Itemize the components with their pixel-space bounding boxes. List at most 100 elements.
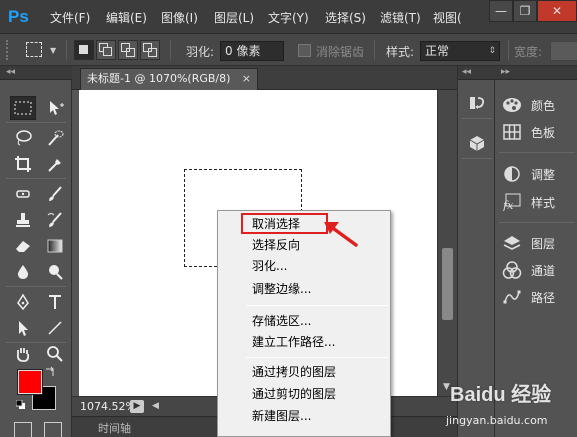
line-tool[interactable] <box>42 316 68 340</box>
vertical-scrollbar[interactable]: ▼ <box>437 90 457 396</box>
menu-item-new-layer[interactable]: 新建图层... <box>218 406 390 426</box>
collapse-arrows-icon[interactable]: ▸▸ <box>495 66 577 80</box>
move-tool[interactable] <box>42 96 68 120</box>
feather-label: 羽化: <box>186 45 215 59</box>
photoshop-logo: Ps <box>8 7 29 26</box>
divider <box>6 286 66 287</box>
menu-select[interactable]: 选择(S) <box>325 9 366 27</box>
hand-tool[interactable] <box>10 342 36 366</box>
zoom-readout[interactable]: 1074.52% <box>80 400 136 413</box>
menu-type[interactable]: 文字(Y) <box>268 9 309 27</box>
collapse-arrows-icon[interactable]: ◂◂ <box>458 66 496 80</box>
style-select[interactable]: 正常 ⇕ <box>420 41 500 61</box>
menu-item-refine-edge[interactable]: 调整边缘... <box>218 279 390 299</box>
menu-file[interactable]: 文件(F) <box>50 9 90 27</box>
menu-filter[interactable]: 滤镜(T) <box>380 9 421 27</box>
quick-selection-tool[interactable] <box>42 126 68 150</box>
antialias-label: 消除锯齿 <box>316 45 365 59</box>
options-bar: ▼ 羽化: 0 像素 消除锯齿 样式: 正常 ⇕ 宽度: <box>0 34 577 66</box>
updown-arrows-icon: ⇕ <box>488 46 496 56</box>
divider <box>508 40 509 60</box>
channels-icon <box>501 260 523 280</box>
menu-image[interactable]: 图像(I) <box>161 9 198 27</box>
status-info-icon[interactable]: ▶ <box>130 400 144 413</box>
scrollbar-thumb[interactable] <box>442 248 453 320</box>
menu-item-save-selection[interactable]: 存储选区... <box>218 311 390 331</box>
panel-paths[interactable]: 路径 <box>501 285 575 309</box>
antialias-checkbox[interactable] <box>298 44 311 57</box>
panel-color[interactable]: 颜色 <box>501 93 575 117</box>
options-grip[interactable] <box>6 40 12 60</box>
zoom-tool[interactable] <box>42 342 68 366</box>
panel-swatches-label: 色板 <box>531 125 556 140</box>
stamp-icon <box>16 213 30 227</box>
3d-panel-button[interactable] <box>466 132 488 154</box>
path-selection-tool[interactable] <box>10 316 36 340</box>
close-button[interactable]: ✕ <box>537 0 577 22</box>
width-input[interactable] <box>550 41 577 61</box>
status-arrow-icon[interactable]: ◀ <box>152 401 159 411</box>
quick-mask-icon[interactable] <box>14 422 32 437</box>
rect-marquee-preset-icon[interactable] <box>26 42 42 57</box>
swap-colors-icon[interactable] <box>44 366 56 378</box>
menu-item-feather[interactable]: 羽化... <box>218 256 390 276</box>
panel-styles[interactable]: fx 样式 <box>501 190 575 214</box>
menu-item-make-work-path[interactable]: 建立工作路径... <box>218 332 390 352</box>
default-colors-icon[interactable] <box>16 400 26 410</box>
panel-layers[interactable]: 图层 <box>501 231 575 255</box>
spot-healing-tool[interactable] <box>10 182 36 206</box>
highlight-box <box>241 213 328 234</box>
gradient-tool[interactable] <box>42 234 68 258</box>
panel-color-label: 颜色 <box>531 98 556 113</box>
clone-stamp-tool[interactable] <box>10 208 36 232</box>
document-tab-bar: 未标题-1 @ 1070%(RGB/8) × <box>72 66 457 90</box>
3d-cube-icon <box>469 136 485 151</box>
panel-layers-label: 图层 <box>531 236 556 251</box>
menu-item-layer-via-copy[interactable]: 通过拷贝的图层 <box>218 362 390 382</box>
paths-icon <box>501 287 523 307</box>
eyedropper-icon <box>48 159 61 172</box>
close-tab-icon[interactable]: × <box>242 69 251 89</box>
pen-tool[interactable] <box>10 290 36 314</box>
minimize-button[interactable]: — <box>489 0 513 22</box>
menu-item-layer-via-cut[interactable]: 通过剪切的图层 <box>218 384 390 404</box>
brush-icon <box>49 186 62 201</box>
history-brush-tool[interactable] <box>42 208 68 232</box>
panel-channels[interactable]: 通道 <box>501 258 575 282</box>
eraser-tool[interactable] <box>10 234 36 258</box>
dodge-tool[interactable] <box>42 260 68 284</box>
type-tool[interactable] <box>42 290 68 314</box>
rect-marquee-tool[interactable] <box>10 96 36 120</box>
panel-channels-label: 通道 <box>531 263 556 278</box>
panel-swatches[interactable]: 色板 <box>501 120 575 144</box>
crop-tool[interactable] <box>10 152 36 176</box>
document-tab[interactable]: 未标题-1 @ 1070%(RGB/8) × <box>80 68 258 90</box>
lasso-tool[interactable] <box>10 126 36 150</box>
brush-tool[interactable] <box>42 182 68 206</box>
intersect-selection-button[interactable] <box>140 40 160 60</box>
menu-edit[interactable]: 编辑(E) <box>106 9 147 27</box>
panel-adjustments[interactable]: 调整 <box>501 162 575 186</box>
rect-marquee-icon <box>14 101 32 115</box>
foreground-color-swatch[interactable] <box>17 369 43 395</box>
restore-button[interactable]: ❐ <box>513 0 537 22</box>
healing-bandage-icon <box>16 190 30 198</box>
screen-mode-icon[interactable] <box>44 422 62 437</box>
pen-icon <box>17 293 29 311</box>
move-icon <box>50 101 64 115</box>
color-palette-icon <box>501 95 523 115</box>
divider <box>499 152 575 153</box>
subtract-selection-button[interactable] <box>118 40 138 60</box>
path-selection-arrow-icon <box>19 321 28 336</box>
menu-layer[interactable]: 图层(L) <box>214 9 254 27</box>
collapse-arrows-icon[interactable]: ◂◂ <box>0 66 72 80</box>
menu-view[interactable]: 视图( <box>433 9 462 27</box>
add-selection-button[interactable] <box>96 40 116 60</box>
blur-tool[interactable] <box>10 260 36 284</box>
callout-arrow-icon <box>324 222 358 247</box>
new-selection-button[interactable] <box>74 40 94 60</box>
preset-dropdown-arrow-icon[interactable]: ▼ <box>50 46 56 55</box>
history-panel-button[interactable] <box>466 92 488 114</box>
feather-input[interactable]: 0 像素 <box>220 41 284 61</box>
eyedropper-tool[interactable] <box>42 152 68 176</box>
